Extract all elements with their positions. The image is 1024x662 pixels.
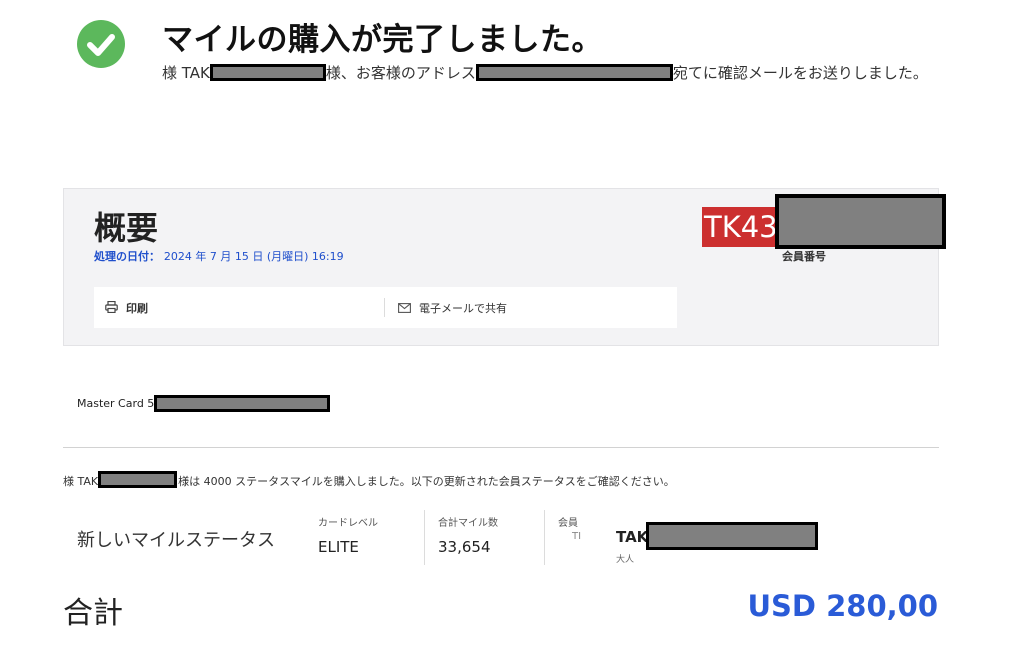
member-type: 大人 xyxy=(616,555,635,565)
share-actions-bar: 印刷 電子メールで共有 xyxy=(94,287,677,328)
confirmation-notice: 様 TAK 様、お客様のアドレス 宛てに確認メールをお送りしました。 xyxy=(162,64,928,82)
notice-prefix: 様 TAK xyxy=(162,64,210,82)
notice-suffix: てに確認メールをお送りしました。 xyxy=(687,64,928,82)
total-miles-label: 合計マイル数 xyxy=(438,518,498,529)
success-check-icon xyxy=(77,20,125,68)
member-number-label: 会員番号 xyxy=(782,250,826,263)
actions-divider xyxy=(384,298,385,317)
purchase-prefix: 様 TAK xyxy=(63,475,99,488)
summary-heading: 概要 xyxy=(94,209,159,247)
card-level-label: カードレベル xyxy=(318,518,378,529)
status-divider xyxy=(544,510,545,565)
redacted-name xyxy=(209,64,326,81)
processed-date-value: 2024 年 7 月 15 日 (月曜日) 16:19 xyxy=(163,250,344,263)
purchase-suffix: 様は 4000 ステータスマイルを購入しました。以下の更新された会員ステータスを… xyxy=(178,475,675,488)
page-title: マイルの購入が完了しました。 xyxy=(162,22,603,58)
total-label: 合計 xyxy=(63,596,123,631)
card-level-value: ELITE xyxy=(318,538,359,556)
member-number-badge: TK43 xyxy=(702,207,782,247)
processed-date-label: 処理の日付： xyxy=(94,250,160,263)
payment-method: Master Card 54 xyxy=(77,397,162,410)
status-divider xyxy=(424,510,425,565)
total-miles-value: 33,654 xyxy=(438,538,491,556)
share-email-button[interactable]: 電子メールで共有 xyxy=(398,287,507,328)
redacted-member-name xyxy=(646,522,818,550)
print-label: 印刷 xyxy=(126,301,148,315)
notice-middle: 様、お客様のアドレス xyxy=(325,64,476,82)
redacted-member-number xyxy=(775,194,946,249)
member-name: TAK xyxy=(616,528,649,546)
redacted-card-number xyxy=(154,395,330,412)
member-initial: TI xyxy=(572,531,582,542)
processed-date: 処理の日付： 2024 年 7 月 15 日 (月曜日) 16:19 xyxy=(94,248,344,264)
print-button[interactable]: 印刷 xyxy=(105,287,148,328)
section-divider xyxy=(63,447,939,448)
printer-icon xyxy=(105,298,118,317)
redacted-email xyxy=(475,64,673,81)
new-status-label: 新しいマイルステータス xyxy=(77,530,275,551)
envelope-icon xyxy=(398,298,411,317)
redacted-name xyxy=(98,471,177,488)
share-email-label: 電子メールで共有 xyxy=(419,301,507,315)
total-amount: USD 280,00 xyxy=(747,589,938,623)
member-label: 会員 xyxy=(558,518,578,529)
